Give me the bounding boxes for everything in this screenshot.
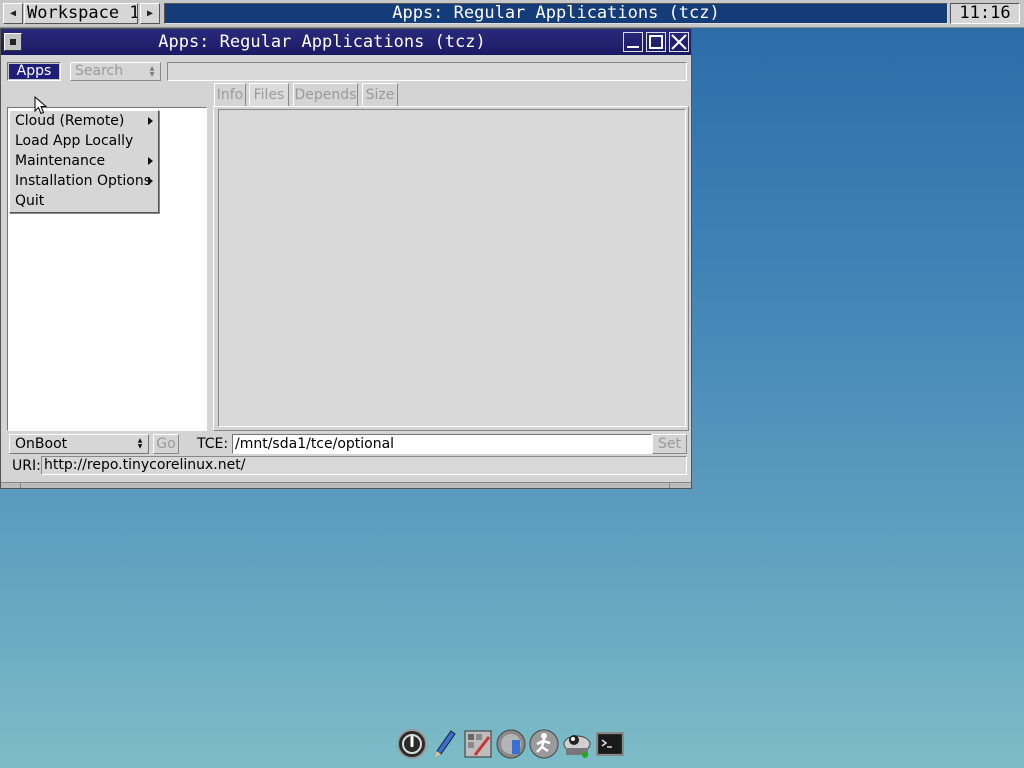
window-bottom-border[interactable] <box>1 482 691 488</box>
minimize-icon <box>627 46 639 48</box>
apps-menu-label: Apps <box>9 64 59 79</box>
dock-tc-install[interactable] <box>561 727 593 761</box>
resize-grip-left[interactable] <box>1 483 21 488</box>
tc-install-icon <box>563 735 591 758</box>
dock-control-panel[interactable] <box>462 727 494 761</box>
editor-icon <box>435 730 456 757</box>
next-workspace-button[interactable]: ▶ <box>140 3 160 24</box>
spinner-icon: ▲ ▼ <box>137 436 143 450</box>
menu-item-load-app-locally[interactable]: Load App Locally <box>10 131 158 151</box>
apps-dropdown-menu: Cloud (Remote) Load App Locally Maintena… <box>9 110 159 213</box>
menu-item-label: Quit <box>15 193 45 209</box>
uri-field: http://repo.tinycorelinux.net/ <box>41 456 687 475</box>
submenu-arrow-icon <box>148 117 153 125</box>
install-mode-label: OnBoot <box>15 436 68 452</box>
menu-item-quit[interactable]: Quit <box>10 191 158 211</box>
prev-workspace-button[interactable]: ◀ <box>3 3 23 24</box>
menu-item-label: Installation Options <box>15 173 152 189</box>
tab-files[interactable]: Files <box>249 83 289 107</box>
dock-terminal[interactable] <box>594 727 626 761</box>
set-button[interactable]: Set <box>652 434 687 454</box>
menu-item-label: Cloud (Remote) <box>15 113 125 129</box>
submenu-arrow-icon <box>148 177 153 185</box>
install-mode-select[interactable]: OnBoot ▲ ▼ <box>9 434 149 454</box>
search-mode-select[interactable]: Search ▲ ▼ <box>70 62 161 81</box>
menu-item-label: Maintenance <box>15 153 106 169</box>
tab-panel <box>213 106 689 431</box>
maximize-button[interactable] <box>646 32 666 52</box>
minimize-button[interactable] <box>623 32 643 52</box>
menu-item-maintenance[interactable]: Maintenance <box>10 151 158 171</box>
menu-item-installation-options[interactable]: Installation Options <box>10 171 158 191</box>
go-button[interactable]: Go <box>153 434 179 454</box>
tab-depends[interactable]: Depends <box>293 83 358 107</box>
control-panel-icon <box>464 730 492 758</box>
apps-icon <box>496 729 526 759</box>
mouse-cursor-icon <box>34 96 48 115</box>
dock-editor[interactable] <box>429 727 461 761</box>
window-menu-icon <box>10 39 16 45</box>
workspace-name[interactable]: Workspace 1 <box>24 3 138 24</box>
dock-mount-tool[interactable] <box>528 727 560 761</box>
search-input[interactable] <box>167 62 687 81</box>
tce-path-input[interactable]: /mnt/sda1/tce/optional <box>232 434 652 454</box>
menu-item-label: Load App Locally <box>15 133 134 149</box>
dock <box>396 727 628 761</box>
taskbar-active-task[interactable]: Apps: Regular Applications (tcz) <box>164 3 948 24</box>
window-menu-button[interactable] <box>4 33 22 51</box>
terminal-icon <box>596 732 624 756</box>
exit-icon <box>397 729 427 759</box>
taskbar: ◀ Workspace 1 ▶ Apps: Regular Applicatio… <box>0 0 1024 28</box>
apps-window: Apps: Regular Applications (tcz) Apps Se… <box>0 28 692 489</box>
dock-exit[interactable] <box>396 727 428 761</box>
submenu-arrow-icon <box>148 157 153 165</box>
tce-label: TCE: <box>197 436 229 452</box>
uri-label: URI: <box>12 458 41 474</box>
resize-grip-right[interactable] <box>669 483 689 488</box>
files-content-area[interactable] <box>218 109 686 427</box>
window-title: Apps: Regular Applications (tcz) <box>158 32 486 52</box>
maximize-icon <box>649 35 663 49</box>
close-button[interactable] <box>669 32 689 52</box>
menu-item-cloud-remote[interactable]: Cloud (Remote) <box>10 111 158 131</box>
mount-tool-icon <box>529 729 559 759</box>
dock-apps[interactable] <box>495 727 527 761</box>
apps-menu-button[interactable]: Apps <box>7 62 61 81</box>
clock: 11:16 <box>950 3 1020 24</box>
tab-size[interactable]: Size <box>362 83 398 107</box>
window-titlebar[interactable]: Apps: Regular Applications (tcz) <box>1 29 691 55</box>
tab-info[interactable]: Info <box>214 83 246 107</box>
search-mode-label: Search <box>75 63 124 79</box>
close-icon <box>671 34 687 50</box>
spinner-icon: ▲ ▼ <box>149 64 155 78</box>
